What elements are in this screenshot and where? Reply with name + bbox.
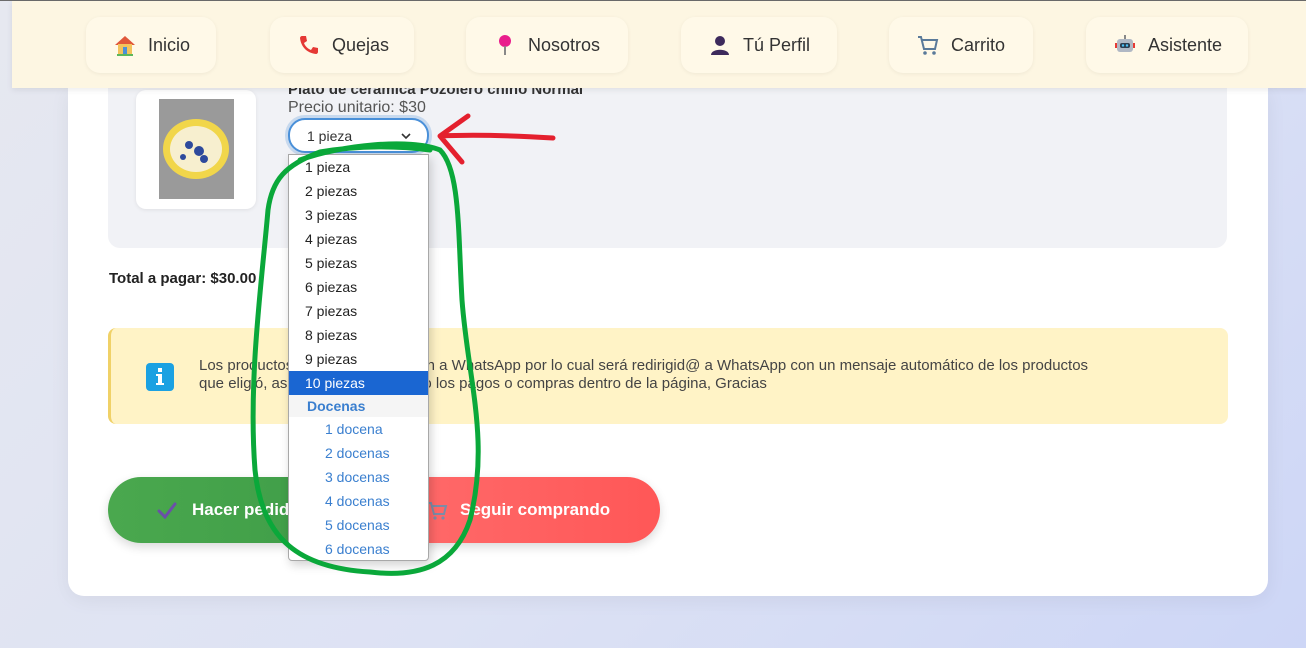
house-icon [112, 32, 138, 58]
option-piece[interactable]: 9 piezas [289, 347, 428, 371]
quantity-select[interactable]: 1 pieza [288, 118, 429, 153]
cart-item-panel [108, 88, 1227, 248]
cart-icon [915, 32, 941, 58]
nav-item-label: Quejas [332, 34, 390, 55]
option-dozen[interactable]: 1 docena [289, 417, 428, 441]
option-dozen[interactable]: 5 docenas [289, 513, 428, 537]
checkmark-icon [157, 502, 177, 520]
option-piece[interactable]: 6 piezas [289, 275, 428, 299]
unit-price: Precio unitario: $30 [288, 99, 426, 116]
product-photo [159, 99, 234, 199]
nav-item-inicio[interactable]: Inicio [86, 17, 216, 73]
nav-item-label: Nosotros [528, 34, 601, 55]
top-navbar: Inicio Quejas Nosotros Tú Perfil Carrito… [12, 1, 1306, 88]
quantity-dropdown-list: 1 pieza 2 piezas 3 piezas 4 piezas 5 pie… [288, 154, 429, 561]
nav-item-carrito[interactable]: Carrito [889, 17, 1033, 73]
option-piece[interactable]: 5 piezas [289, 251, 428, 275]
nav-item-label: Tú Perfil [743, 34, 811, 55]
nav-item-nosotros[interactable]: Nosotros [466, 17, 628, 73]
pin-icon [492, 32, 518, 58]
phone-icon [296, 32, 322, 58]
chevron-down-icon [401, 133, 411, 140]
nav-item-label: Asistente [1148, 34, 1223, 55]
nav-item-label: Inicio [148, 34, 191, 55]
robot-icon [1112, 32, 1138, 58]
optgroup-dozens-label: Docenas [289, 395, 428, 417]
nav-item-perfil[interactable]: Tú Perfil [681, 17, 837, 73]
quantity-select-value: 1 pieza [307, 127, 353, 144]
user-icon [707, 32, 733, 58]
cart-icon [428, 502, 448, 520]
info-icon [146, 363, 174, 391]
option-dozen[interactable]: 6 docenas [289, 537, 428, 561]
option-piece[interactable]: 7 piezas [289, 299, 428, 323]
total-amount: Total a pagar: $30.00 [109, 270, 257, 287]
option-piece-highlighted[interactable]: 10 piezas [289, 371, 428, 395]
option-dozen[interactable]: 2 docenas [289, 441, 428, 465]
nav-item-label: Carrito [951, 34, 1006, 55]
option-piece[interactable]: 3 piezas [289, 203, 428, 227]
option-dozen[interactable]: 4 docenas [289, 489, 428, 513]
continue-shopping-label: Seguir comprando [460, 500, 611, 519]
option-piece[interactable]: 8 piezas [289, 323, 428, 347]
option-piece[interactable]: 2 piezas [289, 179, 428, 203]
option-piece[interactable]: 1 pieza [289, 155, 428, 179]
product-thumbnail [136, 90, 256, 209]
option-dozen[interactable]: 3 docenas [289, 465, 428, 489]
continue-shopping-button[interactable]: Seguir comprando [390, 477, 660, 543]
option-piece[interactable]: 4 piezas [289, 227, 428, 251]
order-button-label: Hacer pedido [192, 500, 300, 519]
nav-item-quejas[interactable]: Quejas [270, 17, 414, 73]
nav-item-asistente[interactable]: Asistente [1086, 17, 1248, 73]
